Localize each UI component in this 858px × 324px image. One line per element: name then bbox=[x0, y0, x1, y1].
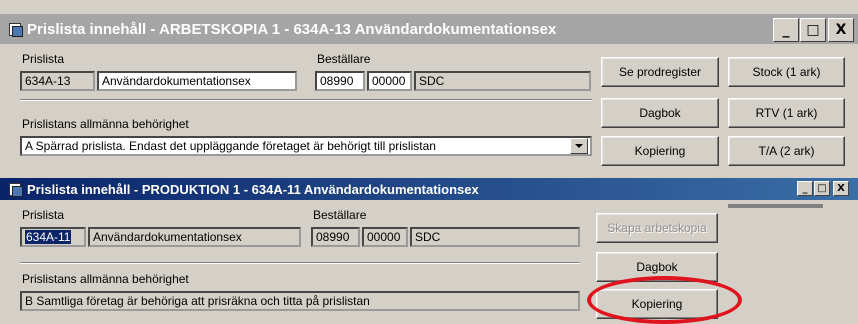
prislista-label: Prislista bbox=[22, 208, 65, 222]
document-icon bbox=[8, 182, 23, 197]
bestallare-field-3: SDC bbox=[414, 71, 591, 91]
bestallare-label: Beställare bbox=[313, 208, 367, 222]
close-icon[interactable]: X bbox=[833, 181, 849, 196]
prislista-label: Prislista bbox=[22, 52, 65, 66]
window2-title: Prislista innehåll - PRODUKTION 1 - 634A… bbox=[27, 181, 479, 197]
bestallare-field-2: 00000 bbox=[362, 227, 408, 247]
bestallare-field-1[interactable]: 08990 bbox=[315, 71, 365, 91]
maximize-icon[interactable]: □ bbox=[800, 18, 826, 42]
window1-titlebar[interactable]: Prislista innehåll - ARBETSKOPIA 1 - 634… bbox=[0, 14, 858, 44]
bestallare-field-1: 08990 bbox=[311, 227, 360, 247]
prislista-code-field: 634A-11 bbox=[20, 227, 86, 247]
behorighet-field: B Samtliga företag är behöriga att prisr… bbox=[20, 291, 580, 311]
window1-title: Prislista innehåll - ARBETSKOPIA 1 - 634… bbox=[27, 20, 557, 38]
toolbar-strip bbox=[728, 204, 823, 208]
behorighet-dropdown[interactable]: A Spärrad prislista. Endast det upplägga… bbox=[20, 136, 592, 156]
minimize-icon[interactable]: _ bbox=[797, 181, 813, 196]
minimize-icon[interactable]: _ bbox=[773, 18, 799, 42]
bestallare-field-2[interactable]: 00000 bbox=[367, 71, 412, 91]
prislista-name-field[interactable]: Användardokumentationsex bbox=[97, 71, 297, 91]
prislista-code-field: 634A-13 bbox=[20, 71, 95, 91]
prislista-name-field: Användardokumentationsex bbox=[88, 227, 301, 247]
close-icon[interactable]: X bbox=[828, 18, 854, 42]
dagbok-button[interactable]: Dagbok bbox=[601, 98, 719, 128]
stock-button[interactable]: Stock (1 ark) bbox=[728, 57, 845, 87]
behorighet-label: Prislistans allmänna behörighet bbox=[22, 272, 189, 286]
ta-button[interactable]: T/A (2 ark) bbox=[728, 136, 845, 166]
document-icon bbox=[8, 22, 23, 37]
prislista-code-selected: 634A-11 bbox=[25, 230, 72, 244]
rtv-button[interactable]: RTV (1 ark) bbox=[728, 98, 845, 128]
skapa-arbetskopia-button: Skapa arbetskopia bbox=[596, 213, 718, 243]
behorighet-value: A Spärrad prislista. Endast det upplägga… bbox=[25, 139, 436, 153]
window2-titlebar[interactable]: Prislista innehåll - PRODUKTION 1 - 634A… bbox=[0, 178, 858, 200]
se-prodregister-button[interactable]: Se prodregister bbox=[601, 57, 719, 87]
bestallare-field-3: SDC bbox=[410, 227, 580, 247]
maximize-icon[interactable]: □ bbox=[814, 181, 830, 196]
separator bbox=[20, 262, 580, 264]
kopiering-button[interactable]: Kopiering bbox=[601, 136, 719, 166]
behorighet-label: Prislistans allmänna behörighet bbox=[22, 117, 189, 131]
bestallare-label: Beställare bbox=[317, 52, 371, 66]
separator bbox=[20, 99, 592, 101]
chevron-down-icon[interactable] bbox=[570, 138, 588, 154]
